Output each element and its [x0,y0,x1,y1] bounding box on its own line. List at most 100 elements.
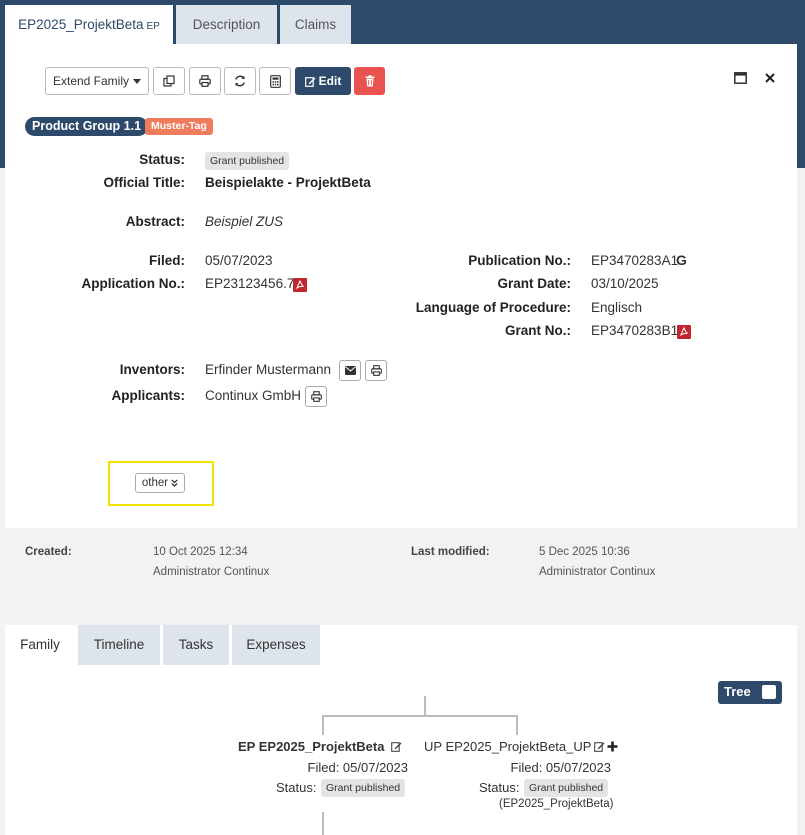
print-applicant-button[interactable] [305,386,327,407]
caret-down-icon [133,78,142,84]
abstract-value: Beispiel ZUS [205,214,284,229]
tab-description-label: Description [192,17,261,32]
status-badge: Grant published [205,152,290,170]
edit-icon[interactable] [594,741,605,752]
modified-by: Administrator Continux [539,566,656,578]
print-icon [310,391,322,402]
node-title: EP2025_ProjektBeta_UP [445,739,592,754]
tab-expenses[interactable]: Expenses [232,625,320,665]
grant-date-value: 03/10/2025 [591,276,659,291]
filed-value: 05/07/2023 [205,253,273,268]
language-label: Language of Procedure: [415,300,571,315]
pdf-icon[interactable] [677,325,691,339]
family-node-up-status-label: Status: [479,780,520,795]
tree-connector [322,715,324,735]
tab-tasks[interactable]: Tasks [163,625,229,665]
tab-family-label: Family [20,637,60,652]
tree-toggle-label: Tree [724,684,751,699]
node-prefix: UP [424,739,442,754]
family-node-ep-filed: Filed: 05/07/2023 [307,760,408,775]
language-value: Englisch [591,300,643,315]
family-node-up-status-badge: Grant published [524,779,609,797]
tab-main-suffix: EP [146,21,160,32]
edit-button[interactable]: Edit [295,67,351,95]
applicants-value: Continux GmbH [205,388,302,403]
edit-icon [304,76,316,87]
tab-expenses-label: Expenses [246,637,306,652]
family-node-ep-status-label: Status: [276,780,317,795]
refresh-icon [234,75,246,87]
trash-icon [365,75,375,87]
close-icon[interactable] [765,73,775,83]
official-title-value: Beispielakte - ProjektBeta [205,175,371,190]
tab-main-label: EP2025_ProjektBeta [18,17,144,32]
tab-timeline[interactable]: Timeline [78,625,160,665]
status-label: Status: [139,152,185,167]
meta-band [5,528,797,605]
family-node-up-title[interactable]: UP EP2025_ProjektBeta_UP [424,739,591,754]
tab-timeline-label: Timeline [93,637,145,652]
print-inventor-button[interactable] [365,360,387,381]
tree-connector [424,696,426,716]
tab-family[interactable]: Family [5,625,75,665]
node-title: EP2025_ProjektBeta [258,739,385,754]
applicants-label: Applicants: [111,388,185,403]
extend-family-label: Extend Family [52,74,130,88]
application-no-value: EP23123456.7 [205,276,295,291]
modified-date: 5 Dec 2025 10:36 [539,546,630,558]
filed-label: Filed: [149,253,185,268]
maximize-icon[interactable] [734,72,747,84]
family-node-up-filed: Filed: 05/07/2023 [510,760,611,775]
print-icon [199,75,211,87]
other-toggle-button[interactable]: other [135,473,185,493]
copy-button[interactable] [153,67,185,95]
calculator-button[interactable] [259,67,291,95]
tree-connector [322,715,518,717]
copy-icon [163,75,175,87]
envelope-icon [344,366,356,375]
node-prefix: EP [238,739,256,754]
google-icon[interactable]: G [676,252,687,268]
refresh-button[interactable] [224,67,256,95]
tab-main[interactable]: EP2025_ProjektBeta EP [5,5,173,44]
calculator-icon [269,74,281,88]
tree-toggle[interactable]: Tree [718,681,782,704]
chevron-double-down-icon [171,479,178,487]
tag-muster[interactable]: Muster-Tag [145,118,213,135]
print-icon [370,365,382,376]
extend-family-button[interactable]: Extend Family [45,67,149,95]
grant-date-label: Grant Date: [497,276,571,291]
email-inventor-button[interactable] [339,360,361,381]
edit-label: Edit [318,74,342,88]
publication-no-value: EP3470283A1 [591,253,679,268]
created-label: Created: [25,546,72,558]
pdf-icon[interactable] [293,278,307,292]
family-node-ep-status-badge: Grant published [321,779,406,797]
family-node-up-parent-ref: (EP2025_ProjektBeta) [499,798,614,810]
tab-claims[interactable]: Claims [280,5,351,44]
created-by: Administrator Continux [153,566,270,578]
grant-no-value: EP3470283B1 [591,323,679,338]
tab-claims-label: Claims [294,17,337,32]
tab-tasks-label: Tasks [178,637,214,652]
abstract-label: Abstract: [125,214,185,229]
grant-no-label: Grant No.: [505,323,571,338]
inventors-label: Inventors: [119,362,185,377]
other-label: other [141,477,169,489]
tab-description[interactable]: Description [176,5,277,44]
edit-icon[interactable] [391,741,402,752]
tree-connector [516,715,518,735]
tree-connector [322,812,324,835]
official-title-label: Official Title: [103,175,185,190]
plus-icon[interactable] [607,741,618,752]
created-date: 10 Oct 2025 12:34 [153,546,248,558]
inventors-value: Erfinder Mustermann [205,362,332,377]
toggle-checkbox [762,685,776,699]
publication-no-label: Publication No.: [468,253,571,268]
family-node-ep-title[interactable]: EP EP2025_ProjektBeta [238,739,384,754]
tag-product-group[interactable]: Product Group 1.1 [25,117,149,136]
modified-label: Last modified: [411,546,490,558]
delete-button[interactable] [354,67,385,95]
application-no-label: Application No.: [81,276,186,291]
print-button[interactable] [189,67,221,95]
